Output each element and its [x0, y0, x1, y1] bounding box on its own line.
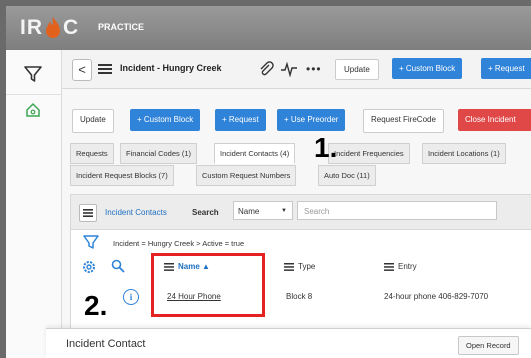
- search-field-value: Name: [238, 207, 260, 216]
- highlight-box: [151, 253, 265, 317]
- main-panel: Update + Custom Block + Request + Use Pr…: [62, 89, 531, 358]
- use-preorder-button[interactable]: + Use Preorder: [277, 109, 346, 131]
- request-button[interactable]: + Request: [215, 109, 266, 131]
- filter-icon[interactable]: [23, 64, 43, 84]
- detail-panel-title: Incident Contact: [66, 338, 146, 350]
- list-menu-button[interactable]: [79, 204, 97, 222]
- flame-icon: [46, 17, 60, 38]
- search-label: Search: [192, 208, 219, 217]
- rail-divider: [6, 94, 61, 95]
- tab-requests[interactable]: Requests: [70, 143, 114, 164]
- tab-incident-request-blocks[interactable]: Incident Request Blocks (7): [70, 165, 174, 186]
- header-request-button[interactable]: + Request: [481, 58, 531, 79]
- activity-icon[interactable]: [280, 61, 298, 77]
- column-menu-icon: [284, 262, 294, 271]
- header-custom-block-button[interactable]: + Custom Block: [392, 58, 463, 79]
- close-incident-button[interactable]: Close Incident: [458, 109, 531, 131]
- custom-block-button[interactable]: + Custom Block: [130, 109, 201, 131]
- search-icon[interactable]: [111, 259, 125, 273]
- open-record-button[interactable]: Open Record: [458, 336, 519, 355]
- column-header-label: Entry: [398, 262, 417, 271]
- home-icon[interactable]: [25, 102, 41, 118]
- incident-contact-panel: Incident Contact Open Record: [46, 328, 531, 358]
- filter-breadcrumb[interactable]: Incident = Hungry Creek > Active = true: [113, 239, 244, 248]
- attachment-icon[interactable]: [258, 61, 274, 77]
- step-2-marker: 2.: [84, 290, 108, 321]
- record-title: Incident - Hungry Creek: [120, 63, 222, 73]
- app-name: PRACTICE: [98, 22, 145, 32]
- record-header: < Incident - Hungry Creek ••• Update + C…: [62, 50, 531, 89]
- info-icon[interactable]: i: [123, 289, 139, 305]
- step-1-marker: 1.: [314, 132, 338, 163]
- top-bar: IR C PRACTICE: [6, 6, 531, 50]
- list-title[interactable]: Incident Contacts: [105, 208, 167, 217]
- app-window: IR C PRACTICE < Incident - Hungry Creek: [6, 6, 531, 358]
- back-button[interactable]: <: [72, 59, 92, 81]
- contact-entry-cell: 24-hour phone 406-829-7070: [384, 292, 489, 301]
- header-update-button[interactable]: Update: [335, 59, 379, 80]
- dropdown-arrow-icon: ▼: [281, 208, 287, 214]
- tab-auto-doc[interactable]: Auto Doc (11): [318, 165, 376, 186]
- column-menu-icon: [384, 262, 394, 271]
- tab-incident-contacts[interactable]: Incident Contacts (4): [214, 143, 296, 164]
- request-firecode-button[interactable]: Request FireCode: [363, 109, 444, 133]
- contact-type-cell: Block 8: [286, 292, 313, 301]
- column-header-type[interactable]: Type: [284, 262, 315, 271]
- left-rail: [6, 50, 62, 358]
- more-options-icon[interactable]: •••: [306, 62, 322, 76]
- menu-icon: [83, 209, 93, 217]
- column-header-entry[interactable]: Entry: [384, 262, 417, 271]
- iroc-logo: IR C: [20, 16, 80, 39]
- column-header-label: Type: [298, 262, 316, 271]
- filter-icon[interactable]: [83, 235, 99, 250]
- search-field-select[interactable]: Name ▼: [233, 201, 293, 220]
- update-button[interactable]: Update: [72, 109, 114, 133]
- list-toolbar: Incident Contacts Search Name ▼ Search: [71, 195, 531, 230]
- tab-financial-codes[interactable]: Financial Codes (1): [120, 143, 198, 164]
- tab-incident-frequencies[interactable]: Incident Frequencies: [328, 143, 410, 164]
- search-input[interactable]: Search: [297, 201, 497, 220]
- menu-icon[interactable]: [98, 64, 112, 74]
- tab-incident-locations[interactable]: Incident Locations (1): [422, 143, 506, 164]
- tab-custom-request-numbers[interactable]: Custom Request Numbers: [196, 165, 297, 186]
- gear-icon[interactable]: [81, 259, 97, 275]
